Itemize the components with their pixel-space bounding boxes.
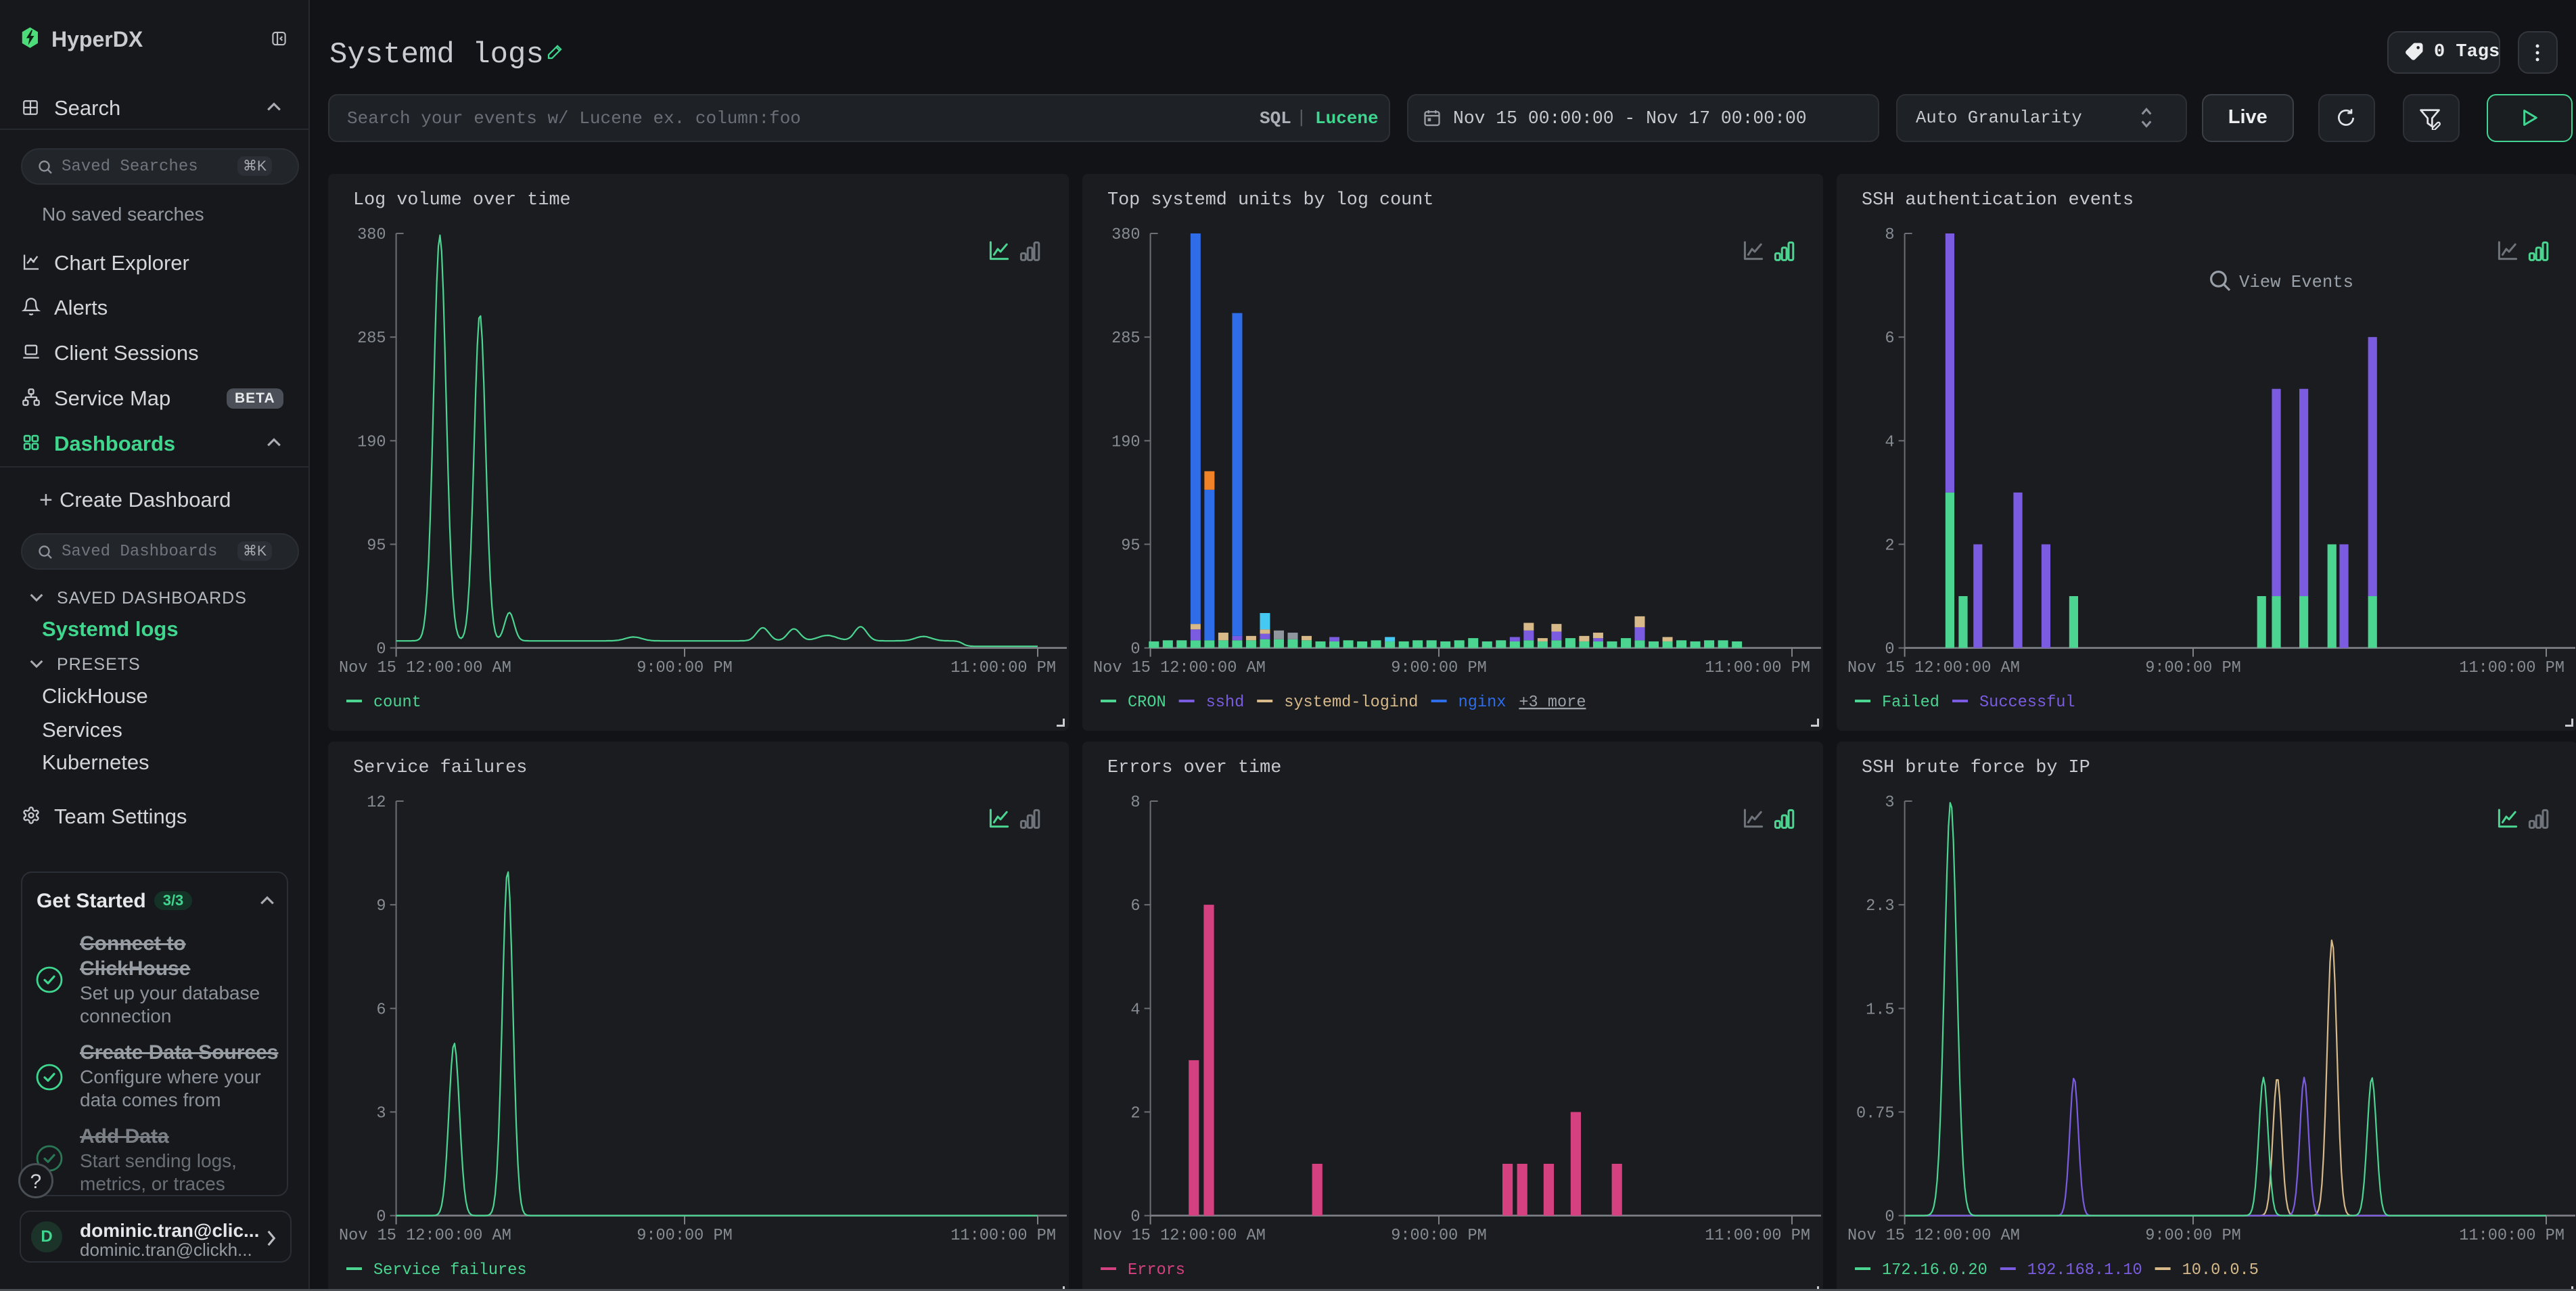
- svg-text:9:00:00 PM: 9:00:00 PM: [2145, 1227, 2241, 1245]
- svg-text:1.5: 1.5: [1866, 1001, 1894, 1019]
- svg-text:380: 380: [357, 226, 386, 244]
- svg-text:9:00:00 PM: 9:00:00 PM: [2145, 659, 2241, 677]
- svg-text:4: 4: [1885, 433, 1894, 451]
- svg-text:Errors: Errors: [1128, 1261, 1185, 1279]
- svg-text:6: 6: [1130, 897, 1140, 915]
- svg-text:6: 6: [1885, 330, 1894, 348]
- svg-text:Nov 15 12:00:00 AM: Nov 15 12:00:00 AM: [339, 1227, 511, 1245]
- svg-text:190: 190: [357, 433, 386, 451]
- svg-text:9:00:00 PM: 9:00:00 PM: [1391, 1227, 1487, 1245]
- svg-text:9:00:00 PM: 9:00:00 PM: [637, 1227, 733, 1245]
- svg-text:Nov 15 12:00:00 AM: Nov 15 12:00:00 AM: [1847, 1227, 2020, 1245]
- svg-text:11:00:00 PM: 11:00:00 PM: [1705, 659, 1810, 677]
- svg-text:192.168.1.10: 192.168.1.10: [2027, 1261, 2142, 1279]
- svg-text:+3 more: +3 more: [1519, 694, 1586, 712]
- svg-text:2: 2: [1885, 537, 1894, 555]
- svg-text:CRON: CRON: [1128, 694, 1166, 712]
- svg-text:Service failures: Service failures: [373, 1261, 527, 1279]
- svg-text:190: 190: [1111, 433, 1140, 451]
- svg-text:11:00:00 PM: 11:00:00 PM: [950, 1227, 1056, 1245]
- svg-text:3: 3: [376, 1104, 386, 1123]
- svg-text:0: 0: [1885, 641, 1894, 659]
- svg-text:9:00:00 PM: 9:00:00 PM: [1391, 659, 1487, 677]
- svg-text:285: 285: [1111, 330, 1140, 348]
- svg-text:8: 8: [1130, 794, 1140, 812]
- svg-text:95: 95: [1121, 537, 1140, 555]
- svg-text:2: 2: [1130, 1104, 1140, 1123]
- svg-text:systemd-logind: systemd-logind: [1284, 694, 1418, 712]
- svg-text:11:00:00 PM: 11:00:00 PM: [2459, 1227, 2564, 1245]
- svg-text:Nov 15 12:00:00 AM: Nov 15 12:00:00 AM: [1847, 659, 2020, 677]
- svg-text:10.0.0.5: 10.0.0.5: [2182, 1261, 2259, 1279]
- svg-text:9:00:00 PM: 9:00:00 PM: [637, 659, 733, 677]
- svg-text:Nov 15 12:00:00 AM: Nov 15 12:00:00 AM: [1093, 659, 1266, 677]
- svg-text:11:00:00 PM: 11:00:00 PM: [1705, 1227, 1810, 1245]
- svg-text:11:00:00 PM: 11:00:00 PM: [950, 659, 1056, 677]
- svg-text:2.3: 2.3: [1866, 897, 1894, 915]
- svg-text:380: 380: [1111, 226, 1140, 244]
- svg-text:6: 6: [376, 1001, 386, 1019]
- svg-text:Failed: Failed: [1882, 694, 1939, 712]
- svg-text:Nov 15 12:00:00 AM: Nov 15 12:00:00 AM: [1093, 1227, 1266, 1245]
- svg-text:3: 3: [1885, 794, 1894, 812]
- svg-text:Nov 15 12:00:00 AM: Nov 15 12:00:00 AM: [339, 659, 511, 677]
- svg-text:4: 4: [1130, 1001, 1140, 1019]
- svg-text:95: 95: [367, 537, 386, 555]
- svg-text:View Events: View Events: [2239, 273, 2353, 292]
- svg-text:11:00:00 PM: 11:00:00 PM: [2459, 659, 2564, 677]
- svg-text:9: 9: [376, 897, 386, 915]
- svg-text:8: 8: [1885, 226, 1894, 244]
- svg-text:0.75: 0.75: [1856, 1104, 1895, 1123]
- svg-text:0: 0: [376, 1208, 386, 1227]
- svg-text:285: 285: [357, 330, 386, 348]
- svg-text:Successful: Successful: [1979, 694, 2075, 712]
- svg-text:0: 0: [1130, 641, 1140, 659]
- svg-text:0: 0: [1885, 1208, 1894, 1227]
- svg-text:0: 0: [376, 641, 386, 659]
- svg-text:count: count: [373, 694, 421, 712]
- svg-text:nginx: nginx: [1458, 694, 1506, 712]
- svg-text:172.16.0.20: 172.16.0.20: [1882, 1261, 1987, 1279]
- svg-text:sshd: sshd: [1206, 694, 1245, 712]
- svg-text:12: 12: [367, 794, 386, 812]
- svg-text:0: 0: [1130, 1208, 1140, 1227]
